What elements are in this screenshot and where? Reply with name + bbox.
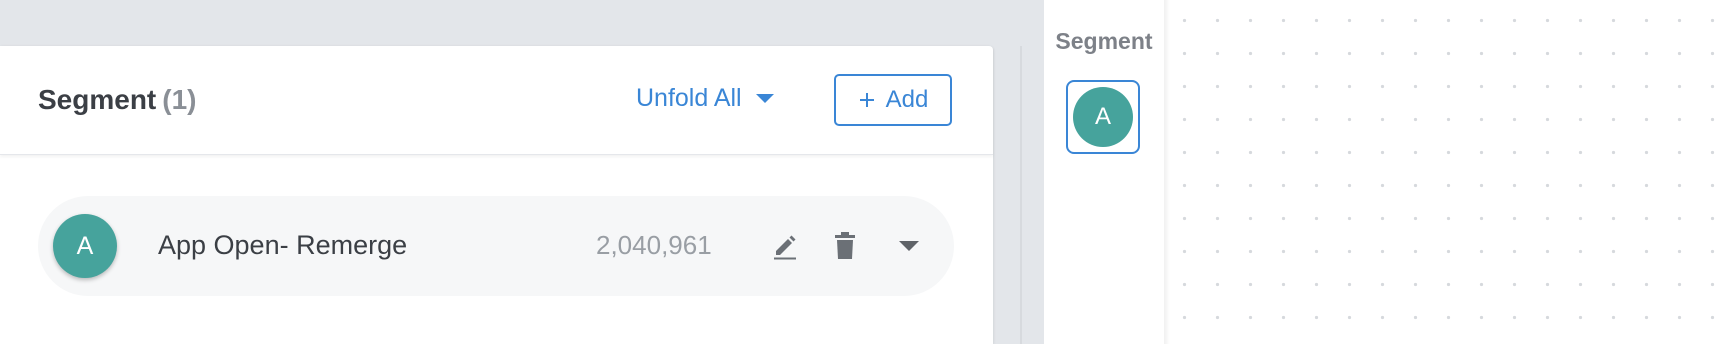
unfold-all-label: Unfold All — [636, 84, 742, 112]
caret-down-icon — [755, 94, 774, 103]
canvas-edge-shadow — [1164, 0, 1170, 344]
add-button-label: Add — [885, 86, 929, 113]
segment-sidebar: Segment A — [1044, 0, 1164, 344]
sidebar-segment-avatar: A — [1073, 87, 1133, 147]
add-button[interactable]: Add — [834, 74, 952, 126]
segment-count-badge: (1) — [162, 84, 197, 115]
segment-name: App Open- Remerge — [158, 230, 408, 260]
sidebar-label: Segment — [1055, 28, 1153, 54]
segment-panel: Segment (1) Unfold All Add A App Open- Re… — [0, 46, 993, 344]
segment-row[interactable]: A App Open- Remerge 2,040,961 — [38, 196, 954, 296]
panel-title-text: Segment — [38, 84, 157, 115]
panel-divider — [1020, 46, 1022, 344]
trash-icon[interactable] — [834, 232, 856, 260]
edit-icon[interactable] — [772, 232, 798, 260]
unfold-all-button[interactable]: Unfold All — [636, 84, 774, 113]
flow-canvas[interactable] — [1164, 0, 1724, 344]
segment-user-count: 2,040,961 — [596, 230, 712, 260]
panel-title: Segment (1) — [38, 84, 196, 116]
segment-avatar: A — [53, 214, 117, 278]
chevron-down-icon[interactable] — [898, 239, 920, 253]
panel-header: Segment (1) Unfold All Add — [0, 46, 993, 155]
sidebar-segment-node[interactable]: A — [1066, 80, 1140, 154]
plus-icon — [859, 93, 874, 107]
